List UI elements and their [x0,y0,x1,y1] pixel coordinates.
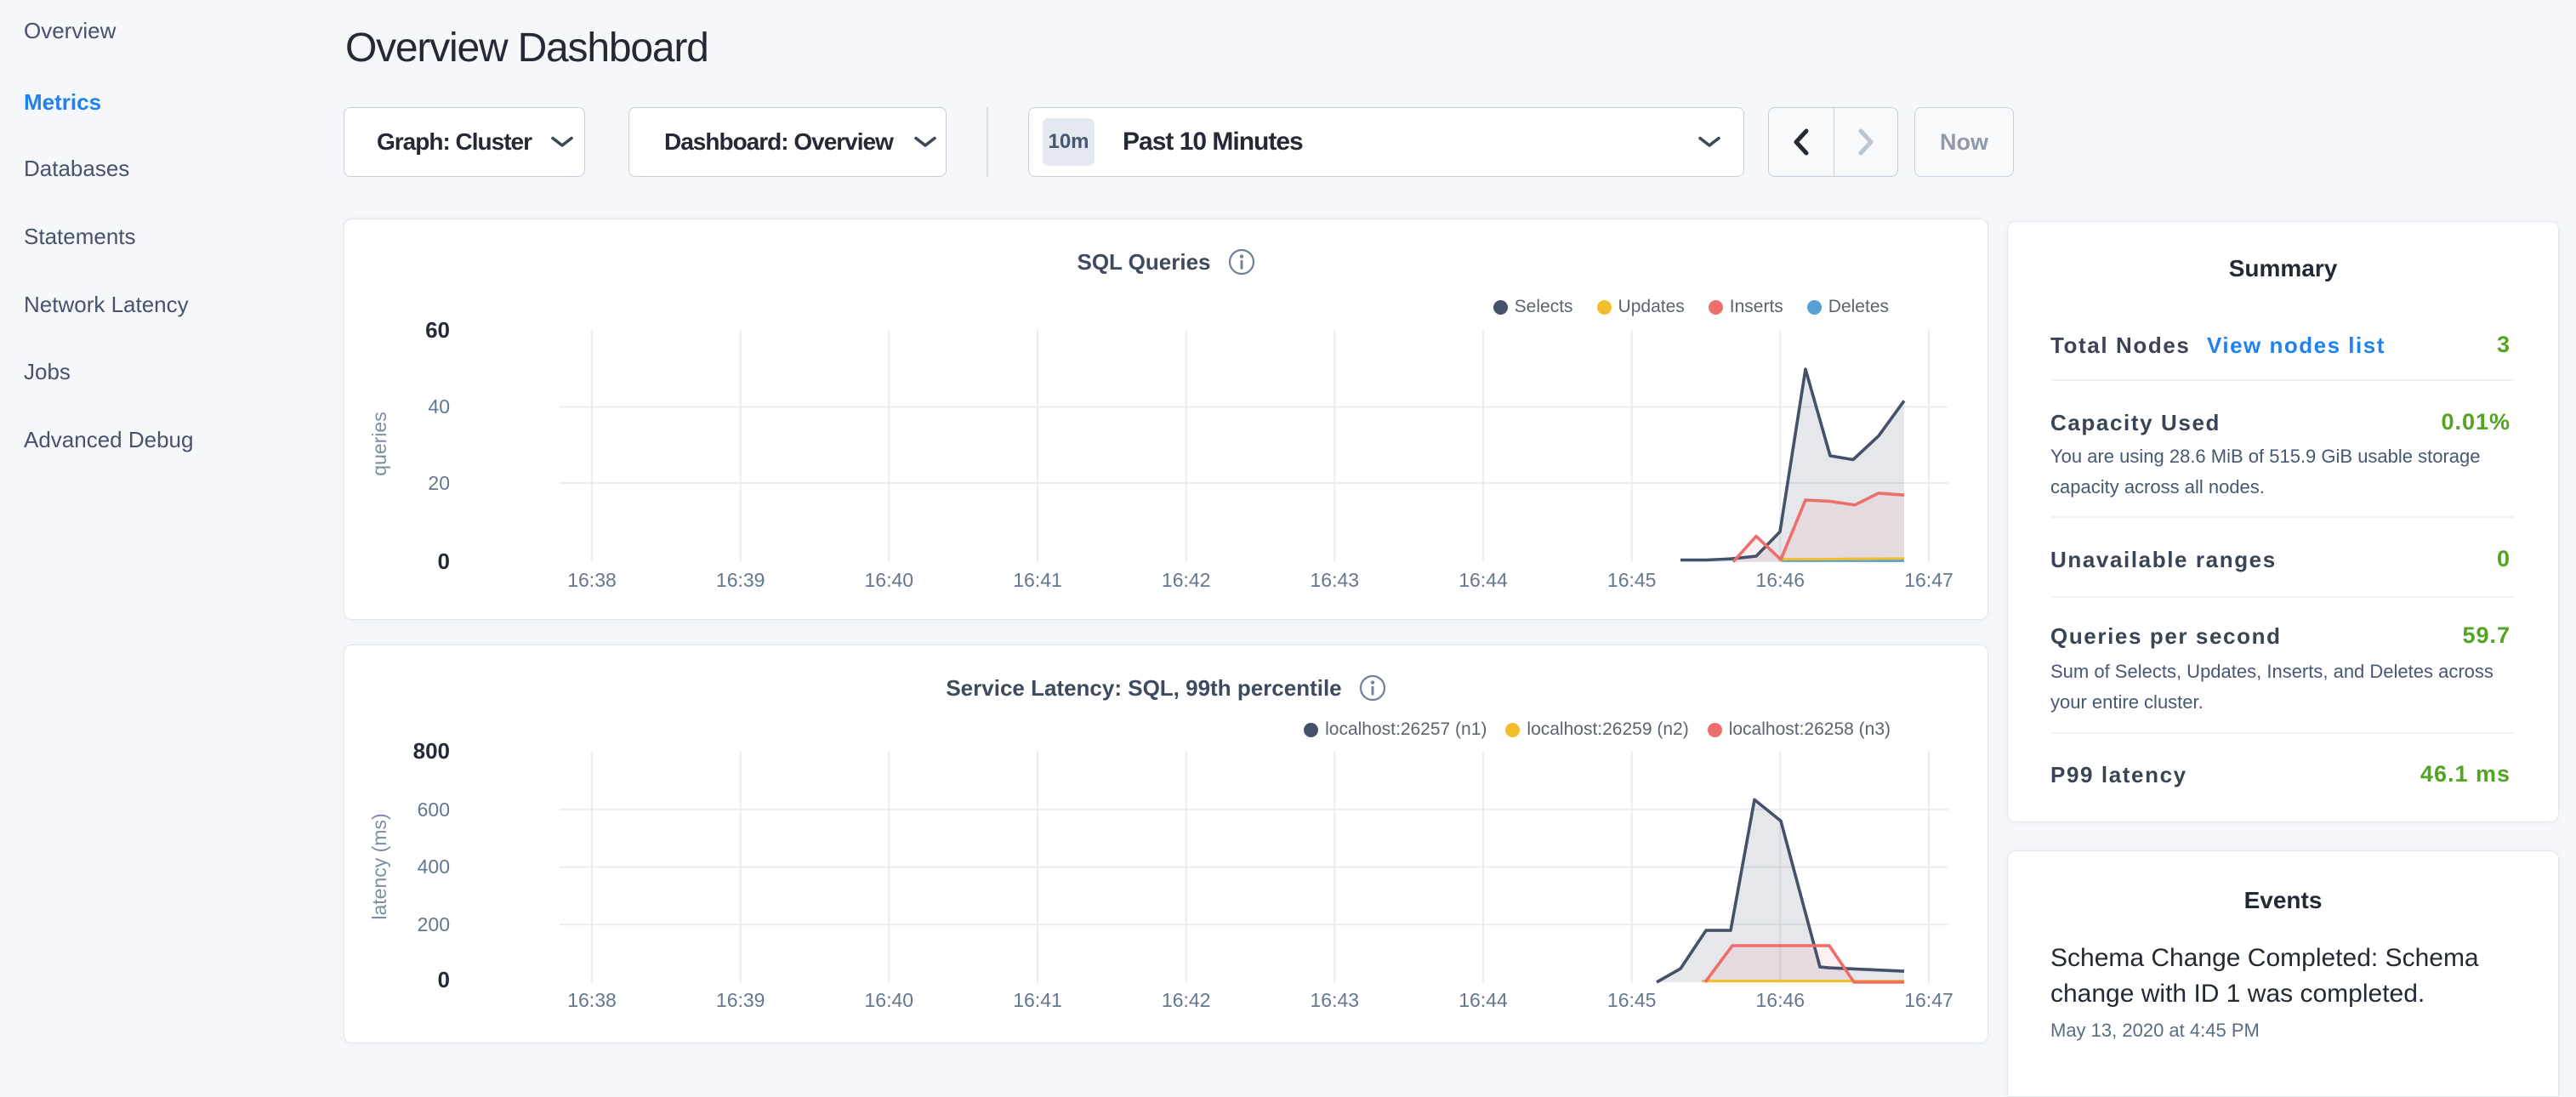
svg-text:16:47: 16:47 [1904,569,1953,591]
svg-text:16:40: 16:40 [865,569,914,591]
svg-text:16:43: 16:43 [1311,989,1360,1011]
svg-text:16:38: 16:38 [567,569,617,591]
svg-text:16:43: 16:43 [1311,569,1360,591]
svg-text:0: 0 [438,548,450,574]
svg-text:800: 800 [413,738,450,764]
svg-text:16:45: 16:45 [1607,569,1657,591]
svg-text:queries: queries [368,412,390,475]
svg-text:0: 0 [438,967,450,992]
svg-text:16:40: 16:40 [865,989,914,1011]
svg-text:latency (ms): latency (ms) [368,813,390,919]
svg-text:600: 600 [418,799,450,821]
svg-text:16:41: 16:41 [1013,569,1062,591]
svg-text:16:41: 16:41 [1013,989,1062,1011]
svg-text:40: 40 [428,395,450,418]
svg-text:16:44: 16:44 [1459,569,1508,591]
svg-text:20: 20 [428,472,450,494]
svg-text:16:39: 16:39 [716,989,765,1011]
svg-text:16:39: 16:39 [716,569,765,591]
svg-text:200: 200 [418,913,450,935]
svg-text:16:44: 16:44 [1459,989,1508,1011]
svg-text:16:45: 16:45 [1607,989,1657,1011]
svg-text:16:42: 16:42 [1162,989,1211,1011]
svg-text:16:46: 16:46 [1756,569,1805,591]
svg-text:60: 60 [425,317,450,343]
svg-text:16:47: 16:47 [1904,989,1953,1011]
svg-text:16:38: 16:38 [567,989,617,1011]
svg-text:400: 400 [418,855,450,878]
svg-text:16:46: 16:46 [1756,989,1805,1011]
svg-text:16:42: 16:42 [1162,569,1211,591]
